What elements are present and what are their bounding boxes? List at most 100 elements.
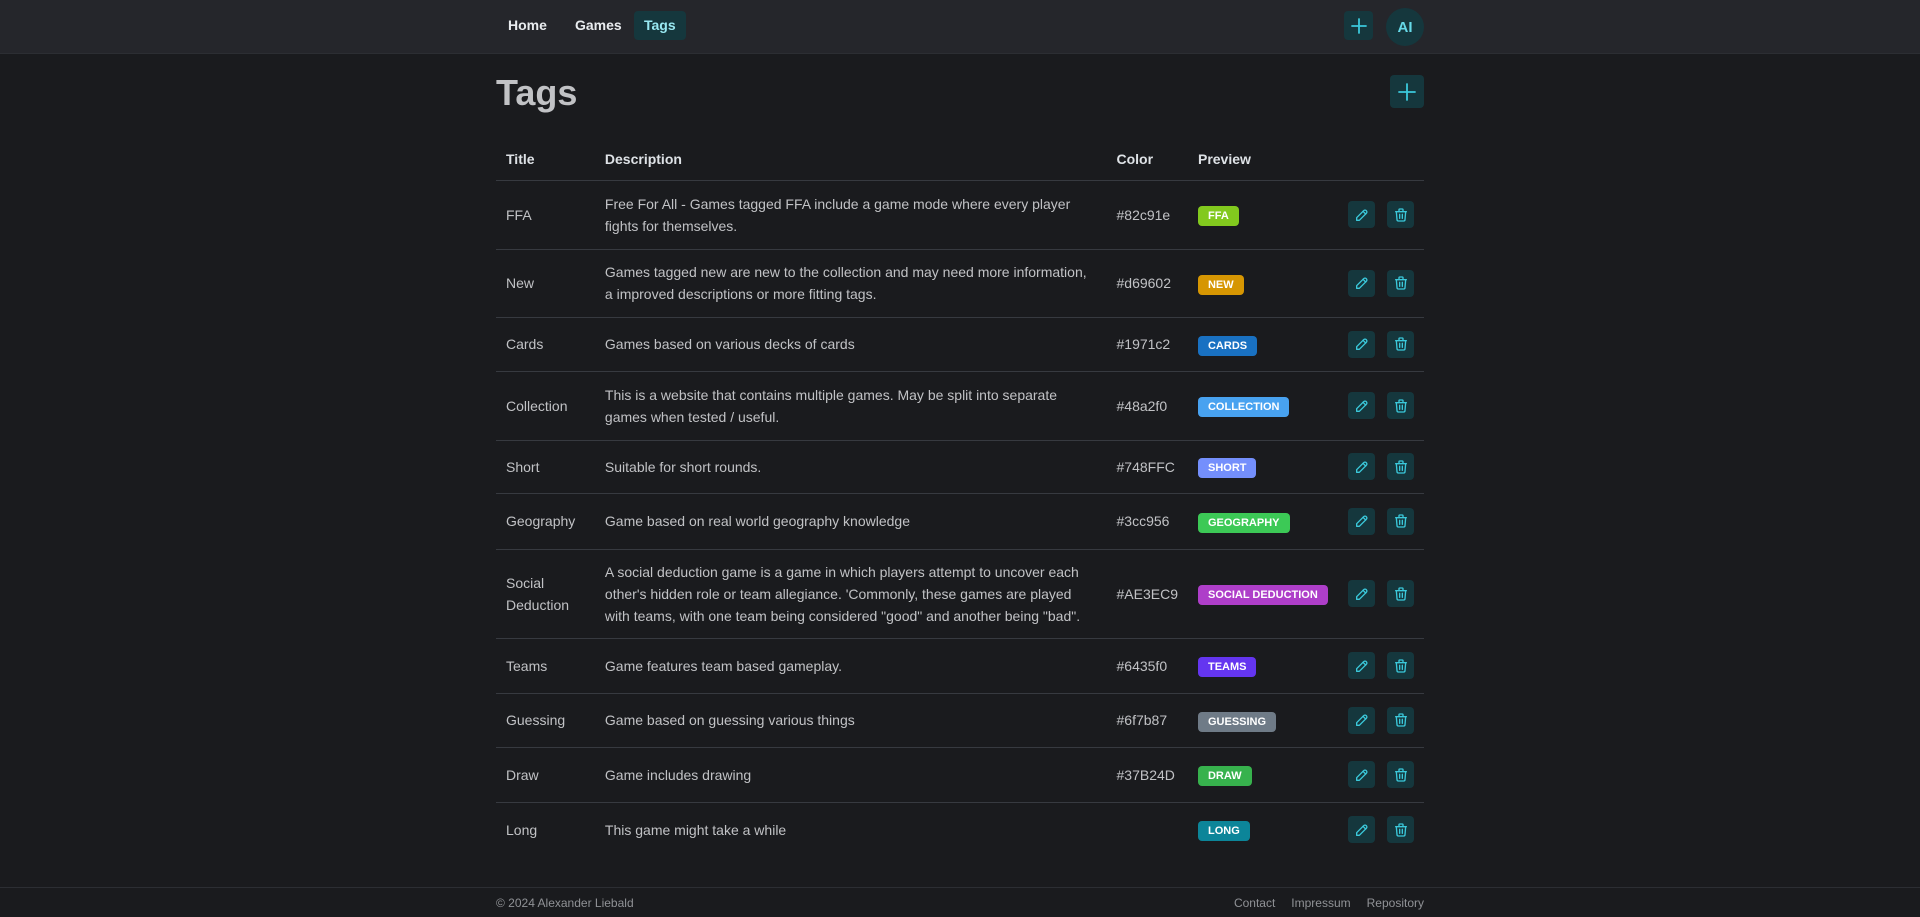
edit-button[interactable] (1348, 201, 1375, 228)
plus-icon (1398, 82, 1416, 101)
delete-button[interactable] (1387, 453, 1414, 480)
pencil-icon (1355, 461, 1367, 473)
tag-color: #AE3EC9 (1106, 549, 1188, 639)
tag-title: Guessing (496, 693, 595, 748)
tag-description: Games tagged new are new to the collecti… (594, 249, 1107, 318)
tag-preview-badge: FFA (1197, 206, 1239, 226)
pencil-icon (1355, 277, 1367, 289)
tag-title: FFA (496, 180, 595, 250)
edit-button[interactable] (1348, 269, 1375, 297)
trash-icon (1394, 398, 1407, 413)
delete-button[interactable] (1387, 330, 1414, 358)
nav-tags[interactable]: Tags (634, 11, 686, 40)
delete-button[interactable] (1387, 201, 1414, 228)
tag-color (1107, 802, 1188, 857)
tag-color: #d69602 (1106, 249, 1188, 318)
pencil-icon (1355, 515, 1367, 527)
table-row: Short Suitable for short rounds. #748FFC SH… (496, 440, 1424, 494)
pencil-icon (1355, 824, 1367, 836)
page-title: Tags (496, 72, 578, 113)
tag-description: Game includes drawing (594, 747, 1107, 803)
tag-description: Game based on real world geography knowl… (594, 493, 1107, 550)
tag-color: #37B24D (1106, 747, 1188, 803)
add-tag-button[interactable] (1390, 75, 1424, 108)
tag-color: #82c91e (1106, 180, 1188, 250)
header-color: Color (1106, 138, 1188, 181)
tag-description: A social deduction game is a game in whi… (594, 549, 1107, 639)
tag-color: #748FFC (1106, 440, 1188, 494)
tag-title: Collection (496, 371, 595, 441)
trash-icon (1394, 658, 1407, 673)
tag-title: New (496, 249, 595, 318)
tag-description: Suitable for short rounds. (594, 440, 1107, 494)
tag-preview-badge: SOCIAL DEDUCTION (1197, 585, 1328, 605)
pencil-icon (1355, 714, 1367, 726)
edit-button[interactable] (1348, 580, 1375, 607)
edit-button[interactable] (1348, 761, 1375, 788)
nav-home[interactable]: Home (498, 11, 557, 40)
tag-color: #6f7b87 (1106, 693, 1188, 748)
tag-description: Free For All - Games tagged FFA include … (594, 180, 1107, 250)
tag-title: Cards (496, 317, 595, 372)
tag-title: Long (506, 821, 538, 838)
delete-button[interactable] (1387, 269, 1414, 297)
trash-icon (1394, 337, 1407, 351)
footer-link-impressum[interactable]: Impressum (1291, 896, 1350, 910)
header-preview: Preview (1187, 138, 1338, 181)
edit-button[interactable] (1348, 507, 1375, 535)
tag-preview-badge: COLLECTION (1197, 397, 1290, 417)
footer: © 2024 Alexander Liebald Contact Impress… (0, 887, 1920, 917)
pencil-icon (1355, 338, 1367, 350)
delete-button[interactable] (1387, 761, 1414, 788)
trash-icon (1394, 767, 1407, 782)
pencil-icon (1355, 660, 1367, 672)
tag-preview-badge: GUESSING (1197, 711, 1277, 732)
delete-button[interactable] (1387, 816, 1414, 844)
footer-link-repository[interactable]: Repository (1367, 896, 1424, 910)
edit-button[interactable] (1348, 706, 1375, 734)
edit-button[interactable] (1348, 330, 1375, 358)
tag-preview-badge: SHORT (1197, 458, 1257, 478)
table-row: Draw Game includes drawing #37B24D DRAW (496, 747, 1424, 803)
pencil-icon (1355, 588, 1367, 600)
table-row: Long This game might take a while LONG (496, 802, 1424, 857)
edit-button[interactable] (1348, 816, 1375, 844)
delete-button[interactable] (1387, 392, 1414, 419)
table-row: Teams Game features team based gameplay. #… (496, 638, 1424, 694)
tag-description: This game might take a while (604, 821, 787, 838)
table-row: Guessing Game based on guessing various t… (496, 693, 1424, 748)
pencil-icon (1355, 769, 1367, 781)
trash-icon (1394, 823, 1407, 837)
nav-add-button[interactable] (1344, 11, 1373, 40)
trash-icon (1394, 459, 1407, 474)
table-row: New Games tagged new are new to the colle… (496, 249, 1424, 318)
trash-icon (1394, 713, 1407, 727)
tag-preview-badge: NEW (1197, 274, 1244, 295)
tag-title: Social Deduction (496, 549, 595, 639)
delete-button[interactable] (1387, 507, 1414, 535)
tag-color: #1971c2 (1106, 317, 1188, 372)
tag-preview-badge: LONG (1197, 821, 1250, 842)
trash-icon (1394, 586, 1407, 601)
delete-button[interactable] (1387, 580, 1414, 607)
nav-games[interactable]: Games (565, 11, 632, 40)
edit-button[interactable] (1348, 392, 1375, 419)
table-row: Social Deduction A social deduction game … (496, 549, 1424, 639)
tag-description: This is a website that contains multiple… (594, 371, 1107, 441)
tag-preview-badge: DRAW (1197, 766, 1252, 786)
table-row: FFA Free For All - Games tagged FFA inclu… (496, 180, 1424, 250)
top-nav: Home Games Tags AI (0, 0, 1920, 54)
delete-button[interactable] (1387, 706, 1414, 734)
header-description: Description (594, 138, 1107, 181)
edit-button[interactable] (1348, 453, 1375, 480)
tag-color: #3cc956 (1106, 493, 1188, 550)
tag-color: #6435f0 (1106, 638, 1188, 694)
avatar[interactable]: AI (1386, 8, 1424, 46)
tag-color: #48a2f0 (1106, 371, 1188, 441)
tag-title: Short (496, 440, 595, 494)
footer-link-contact[interactable]: Contact (1234, 896, 1275, 910)
header-actions (1338, 138, 1424, 181)
edit-button[interactable] (1348, 652, 1375, 679)
delete-button[interactable] (1387, 652, 1414, 679)
pencil-icon (1355, 400, 1367, 412)
